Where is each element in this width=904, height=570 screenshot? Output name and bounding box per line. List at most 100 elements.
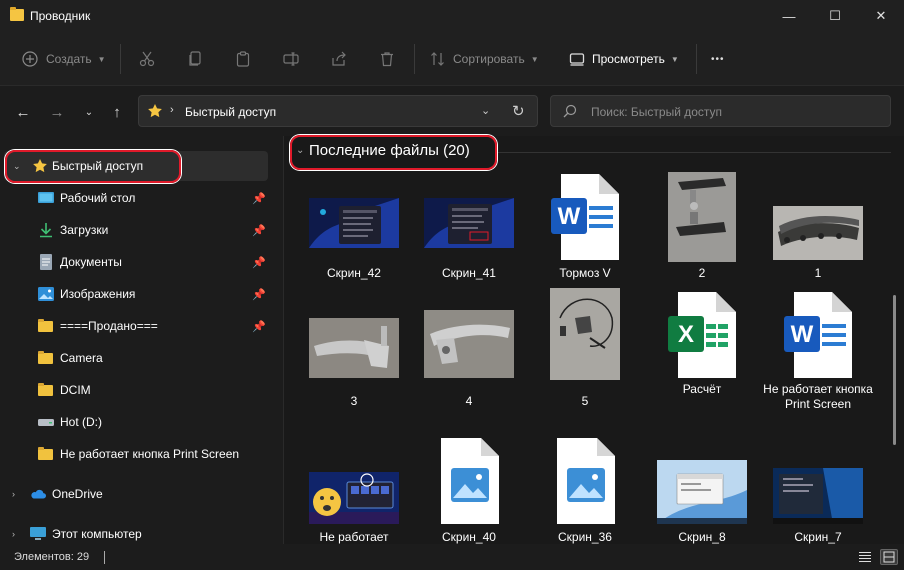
chevron-right-icon[interactable]: › [12, 529, 15, 539]
more-options-button[interactable]: ••• [711, 48, 725, 70]
vertical-scrollbar[interactable] [893, 295, 896, 445]
details-view-button[interactable] [856, 549, 874, 565]
trash-icon [378, 50, 396, 68]
create-label: Создать [46, 52, 92, 66]
file-tile[interactable]: 4 [411, 284, 527, 408]
navigation-bar: ← → ⌄ ↑ › Быстрый доступ ⌄ ↻ Поиск: Быст… [0, 87, 904, 135]
file-name: Не работает кнопка Print Screen [763, 382, 873, 411]
file-tile[interactable]: Скрин_36 [527, 436, 643, 544]
file-tile[interactable]: X Расчёт [644, 284, 760, 404]
cut-button[interactable] [138, 48, 156, 70]
toolbar-divider [120, 44, 121, 74]
file-tile[interactable]: 1 [760, 172, 876, 292]
arrow-left-icon: ← [15, 103, 31, 121]
sidebar-item-hot-drive[interactable]: Hot (D:) [0, 407, 268, 437]
pin-icon: 📌 [252, 224, 266, 237]
share-icon [330, 50, 348, 68]
file-tile[interactable]: 2 [644, 172, 760, 292]
address-bar[interactable]: › Быстрый доступ ⌄ ↻ [138, 95, 538, 127]
view-icon [568, 50, 586, 68]
search-input[interactable]: Поиск: Быстрый доступ [550, 95, 891, 127]
excel-spreadsheet-icon: X [668, 292, 736, 378]
create-button[interactable]: Создать ▼ [21, 48, 106, 70]
screenshot-thumbnail [309, 472, 399, 524]
view-button[interactable]: Просмотреть ▼ [568, 48, 679, 70]
file-name: Скрин_40 [442, 530, 496, 544]
minimize-button[interactable]: — [766, 0, 812, 32]
sidebar-item-onedrive[interactable]: › OneDrive [0, 479, 268, 509]
pin-icon: 📌 [252, 256, 266, 269]
sidebar-item-label: Рабочий стол [60, 191, 136, 205]
file-tile[interactable]: 5 [527, 284, 643, 408]
share-button[interactable] [330, 48, 348, 70]
sidebar-item-documents[interactable]: Документы 📌 [0, 247, 268, 277]
file-tile[interactable]: 3 [296, 284, 412, 408]
sidebar-item-pictures[interactable]: Изображения 📌 [0, 279, 268, 309]
rename-icon [282, 50, 300, 68]
sidebar-item-camera[interactable]: Camera [0, 343, 268, 373]
file-tile[interactable]: Скрин_42 [296, 172, 412, 292]
sidebar-item-downloads[interactable]: Загрузки 📌 [0, 215, 268, 245]
file-name: 5 [581, 394, 589, 408]
group-divider [496, 152, 891, 153]
folder-icon [38, 351, 53, 364]
sort-button[interactable]: Сортировать ▼ [429, 48, 539, 70]
file-name: Тормоз V [559, 266, 611, 280]
address-dropdown-button[interactable]: ⌄ [481, 104, 490, 117]
file-tile[interactable]: Скрин_7 [760, 436, 876, 544]
toolbar-divider [696, 44, 697, 74]
desktop-icon [38, 192, 54, 203]
back-button[interactable]: ← [12, 101, 34, 123]
screenshot-thumbnail [309, 198, 399, 248]
chevron-down-icon: ▼ [530, 54, 539, 64]
file-name: Скрин_42 [327, 266, 381, 280]
recent-locations-button[interactable]: ⌄ [78, 101, 100, 123]
maximize-button[interactable]: ☐ [812, 0, 858, 32]
sidebar-item-label: DCIM [60, 383, 91, 397]
photo-thumbnail [773, 206, 863, 260]
file-name: Скрин_8 [678, 530, 726, 544]
file-tile[interactable]: Скрин_41 [411, 172, 527, 292]
tiles-view-button[interactable] [880, 549, 898, 565]
sidebar-item-label: Документы [60, 255, 122, 269]
forward-button[interactable]: → [46, 101, 68, 123]
rename-button[interactable] [282, 48, 300, 70]
sidebar-item-desktop[interactable]: Рабочий стол 📌 [0, 183, 268, 213]
paste-button[interactable] [234, 48, 252, 70]
file-name: 3 [350, 394, 358, 408]
refresh-button[interactable]: ↻ [512, 102, 525, 120]
command-bar: Создать ▼ Сортировать ▼ Просмотреть ▼ ••… [0, 32, 904, 86]
arrow-right-icon: → [49, 103, 65, 121]
file-name: 2 [698, 266, 706, 280]
file-name: Скрин_36 [558, 530, 612, 544]
status-divider [104, 551, 105, 564]
file-tile[interactable]: Скрин_8 [644, 436, 760, 544]
sidebar-item-label: Этот компьютер [52, 527, 142, 541]
up-button[interactable]: ↑ [106, 101, 128, 123]
sidebar-item-sold[interactable]: ====Продано=== 📌 [0, 311, 268, 341]
sidebar-item-print-screen-folder[interactable]: Не работает кнопка Print Screen [0, 439, 268, 469]
chevron-right-icon[interactable]: › [12, 489, 15, 499]
copy-button[interactable] [186, 48, 204, 70]
file-tile[interactable]: W Тормоз V [527, 172, 643, 292]
delete-button[interactable] [378, 48, 396, 70]
word-document-icon: W [784, 292, 852, 378]
sidebar-item-label: Загрузки [60, 223, 109, 237]
sidebar-item-label: Hot (D:) [60, 415, 102, 429]
sort-label: Сортировать [453, 52, 525, 66]
close-button[interactable]: ✕ [858, 0, 904, 32]
clipboard-icon [234, 50, 252, 68]
screenshot-thumbnail [773, 468, 863, 524]
file-name: 4 [465, 394, 473, 408]
photo-thumbnail [668, 172, 736, 262]
file-tile[interactable]: Не работает [296, 436, 412, 544]
file-tile[interactable]: W Не работает кнопка Print Screen [760, 284, 876, 411]
sidebar-item-dcim[interactable]: DCIM [0, 375, 268, 405]
status-bar: Элементов: 29 [0, 545, 904, 570]
folder-icon [38, 383, 53, 396]
file-name: Расчёт [682, 382, 722, 396]
file-tile[interactable]: Скрин_40 [411, 436, 527, 544]
scissors-icon [138, 50, 156, 68]
document-icon [40, 254, 52, 270]
file-name: 1 [814, 266, 822, 280]
